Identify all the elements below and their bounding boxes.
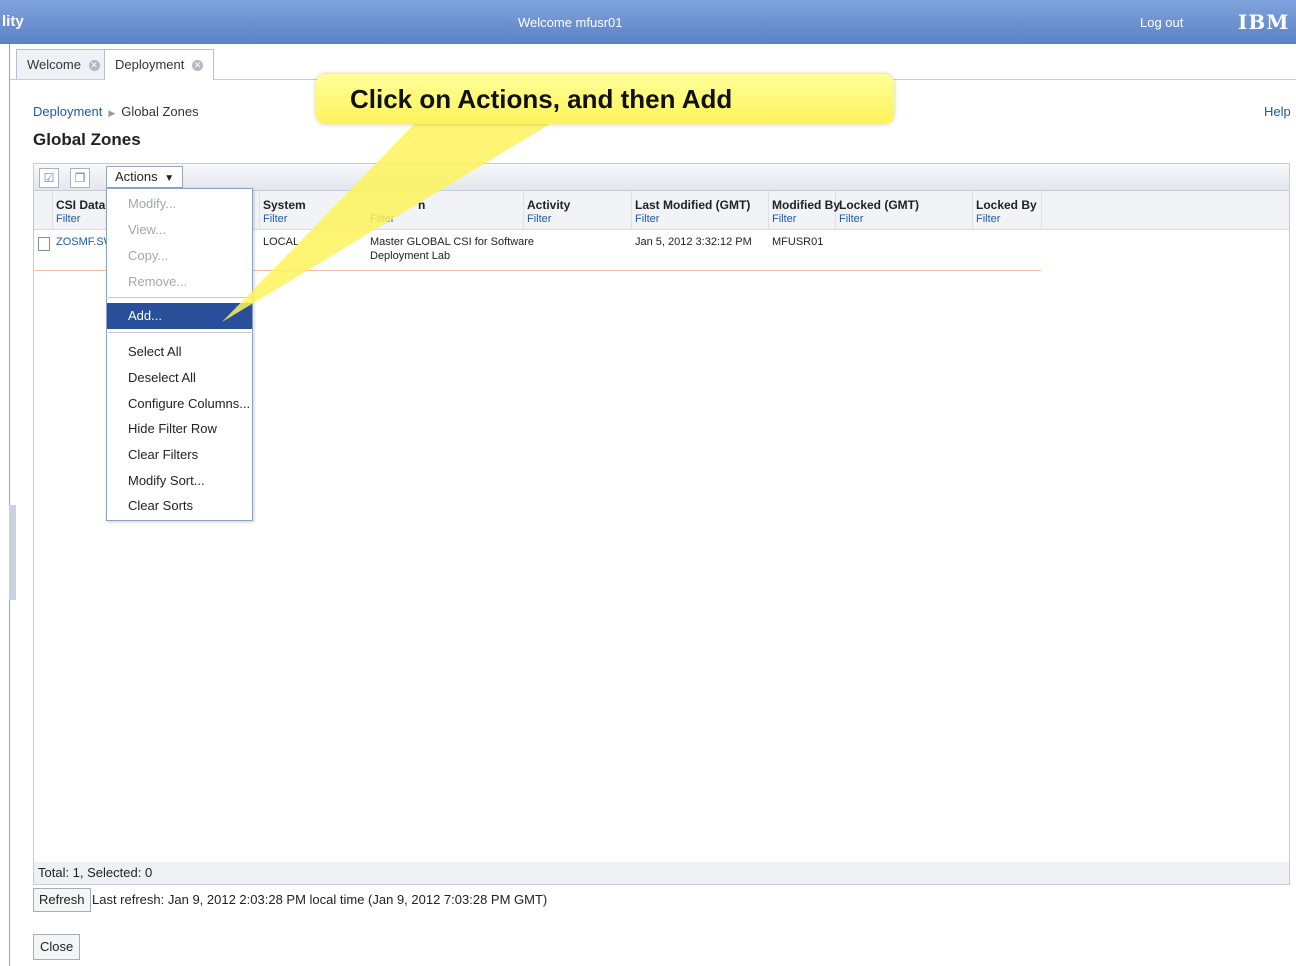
- column-last-modified[interactable]: Last Modified (GMT) Filter: [631, 191, 769, 229]
- menu-item-select-all[interactable]: Select All: [107, 339, 252, 365]
- column-header: Last Modified (GMT): [635, 198, 751, 212]
- deselect-all-button[interactable]: ❐: [70, 168, 90, 188]
- filter-link[interactable]: Filter: [839, 213, 863, 225]
- menu-item-remove: Remove...: [128, 274, 188, 289]
- column-header: Modified By: [772, 198, 840, 212]
- description-cell: Master GLOBAL CSI for Software Deploymen…: [370, 235, 534, 263]
- app-title-fragment: lity: [2, 13, 24, 30]
- column-system[interactable]: System Filter: [259, 191, 367, 229]
- description-line-1: Master GLOBAL CSI for Software: [370, 236, 535, 248]
- close-icon[interactable]: ✕: [192, 60, 203, 71]
- filter-link[interactable]: Filter: [635, 213, 659, 225]
- ibm-logo: IBM: [1238, 10, 1290, 34]
- menu-item-modify-sort[interactable]: Modify Sort...: [107, 468, 252, 494]
- help-link[interactable]: Help: [1264, 104, 1291, 119]
- breadcrumb-current: Global Zones: [121, 104, 199, 119]
- select-all-button[interactable]: ☑: [39, 168, 59, 188]
- menu-separator: [108, 332, 251, 333]
- caret-down-icon: ▼: [164, 173, 175, 184]
- filter-link[interactable]: Filter: [56, 213, 80, 225]
- filter-link[interactable]: Filter: [263, 213, 287, 225]
- tab-deployment-label: Deployment: [115, 57, 185, 72]
- last-refresh-text: Last refresh: Jan 9, 2012 2:03:28 PM loc…: [92, 892, 548, 907]
- tab-welcome[interactable]: Welcome ✕: [16, 49, 111, 79]
- menu-item-configure-columns[interactable]: Configure Columns...: [107, 391, 252, 417]
- column-header: Locked (GMT): [839, 198, 919, 212]
- selection-count: Total: 1, Selected: 0: [38, 865, 153, 880]
- page-title: Global Zones: [33, 130, 141, 149]
- chevron-right-icon: ▶: [108, 108, 116, 118]
- filter-link[interactable]: Filter: [976, 213, 1000, 225]
- menu-item-copy: Copy...: [128, 248, 169, 263]
- menu-item-hide-filter-row[interactable]: Hide Filter Row: [107, 416, 252, 442]
- instruction-callout: Click on Actions, and then Add: [316, 74, 894, 124]
- column-header: Locked By: [976, 198, 1037, 212]
- menu-item-modify: Modify...: [128, 196, 177, 211]
- column-activity[interactable]: Activity Filter: [523, 191, 632, 229]
- copy-icon: ❐: [74, 171, 86, 185]
- actions-label: Actions: [115, 169, 158, 184]
- table-toolbar: ☑ ❐ Actions ▼: [34, 164, 1289, 191]
- column-modified-by[interactable]: Modified By Filter: [768, 191, 840, 229]
- last-modified-cell: Jan 5, 2012 3:32:12 PM: [635, 236, 752, 248]
- column-description[interactable]: n Filter: [366, 191, 524, 229]
- callout-text: Click on Actions, and then Add: [350, 84, 733, 114]
- column-header: Activity: [527, 198, 571, 212]
- refresh-button[interactable]: Refresh: [33, 888, 91, 912]
- filter-link[interactable]: Filter: [370, 213, 394, 225]
- menu-item-deselect-all[interactable]: Deselect All: [107, 365, 252, 391]
- menu-item-clear-sorts[interactable]: Clear Sorts: [107, 493, 252, 519]
- welcome-text: Welcome mfusr01: [518, 15, 623, 30]
- checkbox-icon: ☑: [43, 171, 55, 185]
- table-status-bar: Total: 1, Selected: 0: [33, 862, 1290, 885]
- description-line-2: Deployment Lab: [370, 250, 451, 262]
- column-locked[interactable]: Locked (GMT) Filter: [835, 191, 973, 229]
- select-column: [34, 191, 53, 229]
- system-cell: LOCAL: [263, 236, 300, 248]
- breadcrumb: Deployment ▶ Global Zones: [33, 104, 199, 119]
- close-icon[interactable]: ✕: [88, 60, 100, 71]
- filter-link[interactable]: Filter: [527, 213, 551, 225]
- column-header: System: [263, 198, 306, 212]
- sidebar-collapse-handle[interactable]: [9, 505, 16, 600]
- breadcrumb-link-deployment[interactable]: Deployment: [33, 104, 102, 119]
- actions-button[interactable]: Actions ▼: [106, 166, 184, 188]
- tab-deployment[interactable]: Deployment ✕: [104, 49, 214, 80]
- menu-item-clear-filters[interactable]: Clear Filters: [107, 442, 252, 468]
- filter-link[interactable]: Filter: [772, 213, 796, 225]
- column-locked-by[interactable]: Locked By Filter: [972, 191, 1042, 229]
- column-header: n: [418, 198, 426, 212]
- top-banner: lity Welcome mfusr01 Log out IBM: [0, 0, 1296, 44]
- actions-menu: Modify... View... Copy... Remove... Add.…: [106, 188, 253, 521]
- menu-item-add[interactable]: Add...: [107, 303, 252, 329]
- close-button[interactable]: Close: [33, 934, 81, 960]
- menu-item-view: View...: [128, 222, 167, 237]
- logout-link[interactable]: Log out: [1140, 15, 1183, 30]
- modified-by-cell: MFUSR01: [772, 236, 824, 248]
- tab-welcome-label: Welcome: [27, 57, 81, 72]
- menu-separator: [108, 297, 251, 298]
